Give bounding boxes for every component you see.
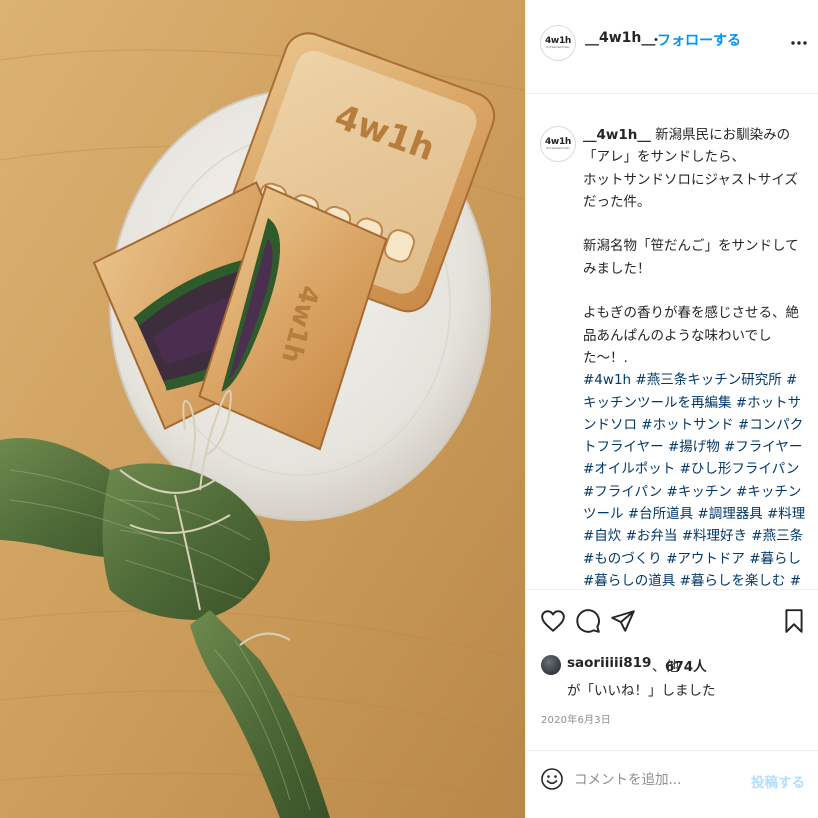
photo-illustration: 4w1h 4w1h <box>0 0 525 818</box>
smiley-icon[interactable] <box>540 767 564 791</box>
post-side-panel: 4w1h Hot Sandwich Solo __4w1h__ ・ フォローする… <box>525 0 818 818</box>
post-photo[interactable]: 4w1h 4w1h <box>0 0 525 818</box>
avatar-logo-sub: Hot Sandwich Solo <box>546 46 570 49</box>
post-date[interactable]: 2020年6月3日 <box>541 711 611 726</box>
caption-avatar[interactable]: 4w1h Hot Sandwich Solo <box>540 126 576 162</box>
header-username[interactable]: __4w1h__ <box>585 30 655 46</box>
avatar-logo-text: 4w1h <box>544 36 572 46</box>
post-comment-button[interactable]: 投稿する <box>751 771 805 791</box>
avatar[interactable]: 4w1h Hot Sandwich Solo <box>540 25 576 61</box>
caption-avatar-logo-sub: Hot Sandwich Solo <box>546 147 570 150</box>
comment-input[interactable] <box>574 769 744 791</box>
caption-avatar-logo-text: 4w1h <box>544 137 572 147</box>
follow-button[interactable]: フォローする <box>657 30 741 50</box>
caption-username[interactable]: __4w1h__ <box>583 127 651 143</box>
likes-suffix: が「いいね！」しました <box>567 683 716 699</box>
likes-summary: saoriiiii819 、他 674人 が「いいね！」しました <box>526 650 818 700</box>
bookmark-icon[interactable] <box>781 608 807 634</box>
liker-avatar[interactable] <box>541 655 561 675</box>
action-bar <box>526 590 818 650</box>
comment-box: 投稿する <box>526 750 818 818</box>
comment-icon[interactable] <box>575 608 601 634</box>
post-header: 4w1h Hot Sandwich Solo __4w1h__ ・ フォローする <box>526 0 818 94</box>
caption-text: __4w1h__ 新潟県民にお馴染みの「アレ」をサンドしたら、 ホットサンドソロ… <box>583 124 810 589</box>
caption-body: 新潟県民にお馴染みの「アレ」をサンドしたら、 ホットサンドソロにジャストサイズだ… <box>583 127 799 366</box>
heart-icon[interactable] <box>540 608 566 634</box>
share-icon[interactable] <box>610 608 636 634</box>
likes-count[interactable]: 674人 <box>665 655 707 675</box>
caption-section: 4w1h Hot Sandwich Solo __4w1h__ 新潟県民にお馴染… <box>526 94 818 590</box>
liker-username[interactable]: saoriiiii819 <box>567 655 651 671</box>
caption-hashtags[interactable]: #4w1h #燕三条キッチン研究所 #キッチンツールを再編集 #ホットサンドソロ… <box>583 372 810 589</box>
more-horizontal-icon[interactable] <box>791 40 807 46</box>
